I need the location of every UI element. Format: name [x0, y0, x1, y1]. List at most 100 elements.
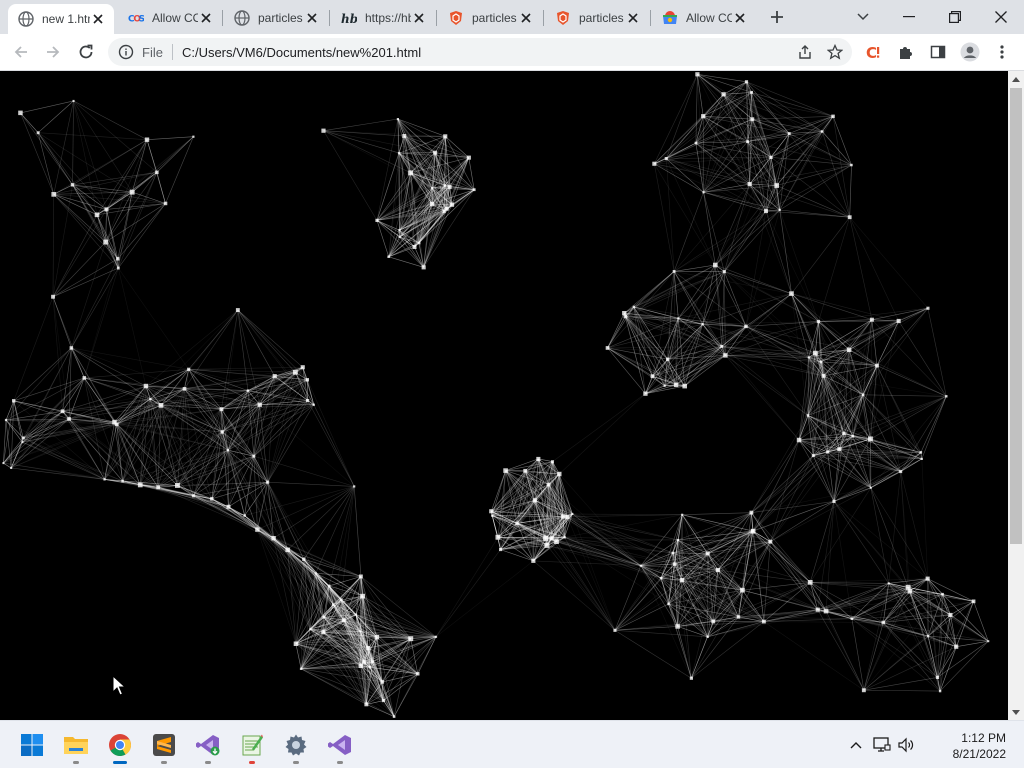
bookmark-button[interactable]	[822, 39, 848, 65]
forward-button[interactable]	[40, 39, 66, 65]
svg-text:hb: hb	[341, 12, 357, 25]
taskbar-sublime-text[interactable]	[148, 729, 180, 764]
close-icon[interactable]	[625, 10, 641, 26]
particle	[433, 150, 438, 155]
taskbar-chrome[interactable]	[104, 729, 136, 764]
particle-link	[52, 194, 54, 297]
particle	[489, 509, 494, 514]
particle-link	[822, 131, 850, 218]
particles-network-canvas[interactable]	[0, 71, 1008, 720]
side-panel-button[interactable]	[925, 39, 951, 65]
taskbar-clock[interactable]: 1:12 PM 8/21/2022	[953, 730, 1006, 762]
particle-link	[20, 112, 39, 133]
new-tab-button[interactable]	[762, 2, 792, 32]
tab-hb[interactable]: hb https://hb	[331, 4, 435, 32]
particle	[819, 360, 823, 364]
tab-particles[interactable]: particles	[224, 4, 328, 32]
info-icon[interactable]	[118, 44, 134, 60]
taskbar-file-explorer[interactable]	[60, 729, 92, 764]
tab-title: particles	[472, 11, 517, 25]
show-hidden-icons-button[interactable]	[846, 735, 866, 755]
taskbar-visual-studio-installer[interactable]	[192, 729, 224, 764]
particle-link	[71, 347, 189, 370]
cors-extension-button[interactable]: C	[861, 39, 887, 65]
particle	[358, 574, 363, 579]
scroll-down-arrow[interactable]	[1011, 707, 1021, 717]
reload-button[interactable]	[73, 39, 99, 65]
particle	[429, 201, 435, 207]
profile-button[interactable]	[957, 39, 983, 65]
close-icon[interactable]	[732, 10, 748, 26]
particle-link	[72, 172, 157, 186]
tab-new-1-html[interactable]: new 1.html	[8, 4, 114, 34]
particle	[353, 485, 356, 488]
particle-link	[752, 531, 818, 610]
close-icon[interactable]	[90, 11, 106, 27]
particle	[689, 676, 693, 680]
address-bar[interactable]: File C:/Users/VM6/Documents/new%201.html	[108, 38, 852, 66]
particle-link	[323, 130, 436, 153]
particle	[285, 547, 290, 553]
particle	[354, 613, 358, 616]
mouse-pointer-icon	[112, 675, 126, 696]
share-button[interactable]	[792, 39, 818, 65]
particle	[210, 497, 214, 501]
extensions-button[interactable]	[893, 39, 919, 65]
close-icon[interactable]	[304, 10, 320, 26]
taskbar-settings[interactable]	[280, 729, 312, 764]
back-button[interactable]	[8, 39, 34, 65]
particle-link	[715, 264, 792, 294]
particle-link	[876, 365, 922, 453]
menu-button[interactable]	[989, 39, 1015, 65]
particle-link	[851, 618, 941, 692]
close-window-button[interactable]	[978, 2, 1024, 32]
particle-link	[751, 455, 814, 513]
particle-link	[146, 139, 158, 173]
particle	[677, 317, 680, 320]
tab-search-button[interactable]	[848, 2, 878, 32]
close-icon[interactable]	[518, 10, 534, 26]
particle	[149, 397, 152, 401]
particle	[679, 578, 685, 583]
particle	[925, 576, 930, 581]
particle	[701, 114, 706, 119]
particle-link	[273, 538, 345, 621]
particle-link	[38, 132, 148, 140]
volume-button[interactable]	[896, 735, 916, 755]
taskbar-notepad-plus-plus[interactable]	[236, 729, 268, 764]
particle-link	[863, 635, 929, 691]
particle-link	[165, 136, 194, 204]
taskbar-visual-studio[interactable]	[324, 729, 356, 764]
scroll-up-arrow[interactable]	[1011, 74, 1021, 84]
particle	[421, 265, 426, 270]
restore-button[interactable]	[932, 2, 978, 32]
url-text[interactable]: C:/Users/VM6/Documents/new%201.html	[182, 45, 792, 60]
particle-link	[820, 307, 929, 363]
particle-link	[822, 131, 852, 166]
tab-title: particles	[579, 11, 624, 25]
particle	[392, 715, 396, 718]
close-icon[interactable]	[411, 10, 427, 26]
tab-allow-cors[interactable]: COS Allow CORS	[118, 4, 222, 32]
start-button[interactable]	[16, 729, 48, 761]
particle	[94, 212, 100, 218]
network-button[interactable]	[872, 735, 892, 755]
particle	[226, 449, 229, 452]
globe-icon	[18, 11, 34, 27]
particle-link	[920, 396, 947, 453]
particle-link	[160, 404, 260, 406]
close-icon[interactable]	[198, 10, 214, 26]
particle-link	[3, 423, 117, 464]
chrome-webstore-icon	[662, 10, 678, 26]
particle	[846, 347, 852, 352]
particle	[926, 635, 930, 638]
particle-link	[791, 293, 872, 320]
particle	[723, 353, 728, 358]
scrollbar-thumb[interactable]	[1010, 88, 1022, 544]
tab-allow-cors-2[interactable]: Allow CORS	[652, 4, 756, 32]
vertical-scrollbar[interactable]	[1008, 71, 1024, 720]
tab-particles-3[interactable]: particles	[545, 4, 649, 32]
minimize-button[interactable]	[886, 2, 932, 32]
tab-particles-2[interactable]: particles	[438, 4, 542, 32]
particle-link	[751, 487, 871, 513]
